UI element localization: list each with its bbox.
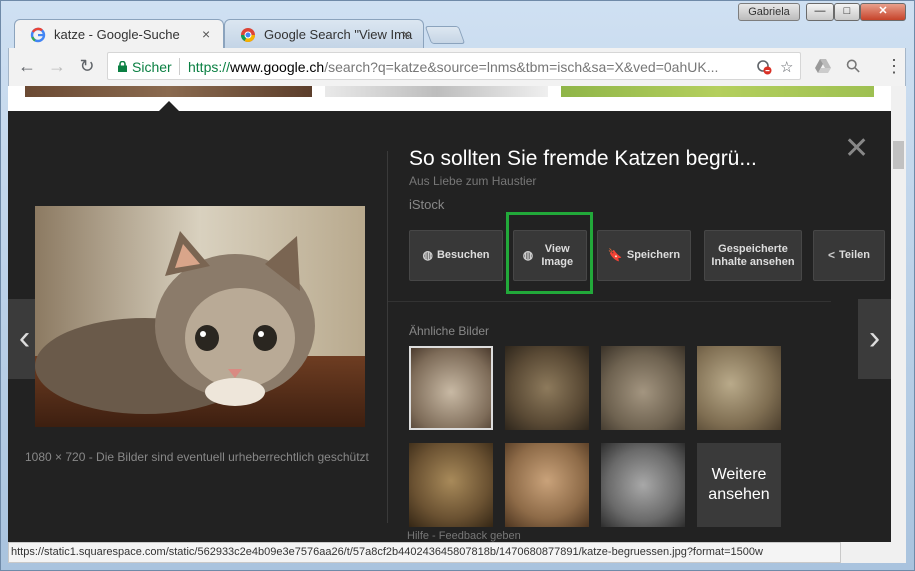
image-title[interactable]: So sollten Sie fremde Katzen begrü...: [409, 147, 757, 171]
browser-toolbar: ← → ↻ Sicher https://www.google.ch/searc…: [8, 48, 906, 86]
close-viewer-icon[interactable]: ✕: [844, 131, 869, 166]
save-button[interactable]: 🔖 Speichern: [597, 230, 691, 281]
back-icon[interactable]: ←: [15, 56, 39, 77]
globe-icon: ◍: [422, 248, 433, 262]
drive-extension-icon[interactable]: [814, 58, 832, 74]
similar-images-label: Ähnliche Bilder: [409, 324, 490, 338]
lock-icon: [118, 61, 127, 72]
image-viewer-panel: ‹ › 1080 × 720 - Die Bilder sind eventue…: [8, 111, 891, 542]
result-thumbnail[interactable]: [325, 86, 548, 97]
tab-close-icon[interactable]: ×: [202, 26, 210, 42]
tab-close-icon[interactable]: ×: [402, 26, 410, 42]
highlight-box: [506, 212, 593, 294]
close-window-button[interactable]: ✕: [860, 3, 906, 21]
main-cat-image[interactable]: [35, 206, 365, 427]
divider: [387, 151, 388, 523]
menu-icon[interactable]: ⋮: [885, 56, 903, 77]
search-icon[interactable]: ⚲: [842, 54, 866, 78]
next-image-button[interactable]: ›: [858, 299, 891, 379]
similar-thumbnail[interactable]: [601, 346, 685, 430]
google-icon: [30, 27, 46, 43]
image-source: iStock: [409, 197, 445, 212]
bookmark-icon: 🔖: [607, 248, 623, 262]
result-thumbnail[interactable]: [25, 86, 312, 97]
status-bar-url: https://static1.squarespace.com/static/5…: [8, 542, 841, 563]
forward-icon[interactable]: →: [45, 56, 69, 77]
similar-thumbnail[interactable]: [601, 443, 685, 527]
footer-links[interactable]: Hilfe - Feedback geben: [407, 530, 521, 542]
share-icon: <: [828, 248, 836, 262]
url-text[interactable]: https://www.google.ch/search?q=katze&sou…: [188, 59, 748, 75]
maximize-button[interactable]: □: [834, 3, 860, 21]
vertical-scrollbar[interactable]: [891, 86, 906, 542]
secure-label: Sicher: [132, 59, 172, 75]
horizontal-scrollbar[interactable]: [841, 542, 906, 563]
result-thumbnail[interactable]: [561, 86, 874, 97]
chrome-icon: [241, 28, 255, 42]
share-button[interactable]: < Teilen: [813, 230, 885, 281]
see-more-button[interactable]: Weitere ansehen: [697, 443, 781, 527]
image-meta: 1080 × 720 - Die Bilder sind eventuell u…: [25, 450, 369, 464]
tab-title: Google Search "View Ima: [264, 27, 413, 42]
star-icon[interactable]: ☆: [780, 58, 793, 76]
tab-google-search[interactable]: Google Search "View Ima ×: [224, 19, 424, 49]
saved-items-button[interactable]: Gespeicherte Inhalte ansehen: [704, 230, 802, 281]
tab-title: katze - Google-Suche: [54, 27, 180, 42]
similar-thumbnail[interactable]: [409, 346, 493, 430]
similar-thumbnail[interactable]: [505, 443, 589, 527]
similar-thumbnail[interactable]: [505, 346, 589, 430]
minimize-button[interactable]: —: [806, 3, 834, 21]
divider: [388, 301, 831, 302]
visit-button[interactable]: ◍ Besuchen: [409, 230, 503, 281]
tab-katze[interactable]: katze - Google-Suche ×: [14, 19, 224, 49]
similar-thumbnail[interactable]: [409, 443, 493, 527]
new-tab-button[interactable]: [424, 26, 466, 44]
selection-pointer: [159, 101, 179, 111]
image-subtitle: Aus Liebe zum Haustier: [409, 174, 537, 188]
page-content: ‹ › 1080 × 720 - Die Bilder sind eventue…: [8, 86, 891, 542]
similar-thumbnail[interactable]: [697, 346, 781, 430]
profile-badge[interactable]: Gabriela: [738, 3, 800, 21]
reload-icon[interactable]: ↻: [75, 56, 99, 77]
blocked-content-icon[interactable]: [756, 59, 772, 75]
address-bar[interactable]: Sicher https://www.google.ch/search?q=ka…: [107, 52, 801, 80]
